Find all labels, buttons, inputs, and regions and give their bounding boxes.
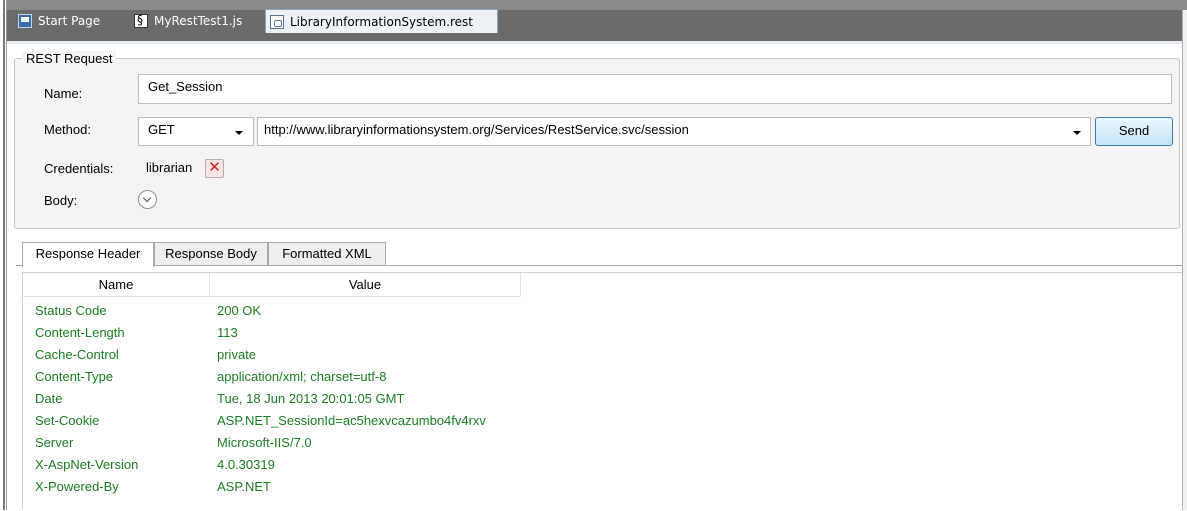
header-value: Tue, 18 Jun 2013 20:01:05 GMT bbox=[217, 391, 405, 406]
tab-libraryinformationsystem-rest[interactable]: LibraryInformationSystem.rest bbox=[265, 9, 498, 33]
tab-label: Start Page bbox=[38, 14, 101, 28]
tab-label: LibraryInformationSystem.rest bbox=[290, 14, 473, 29]
body-label: Body: bbox=[44, 193, 78, 208]
expand-body-button[interactable] bbox=[138, 190, 157, 209]
header-name: Set-Cookie bbox=[35, 413, 100, 428]
table-row[interactable]: X-AspNet-Version 4.0.30319 bbox=[22, 457, 622, 479]
header-name: Cache-Control bbox=[35, 347, 119, 362]
window-top-border bbox=[7, 0, 1187, 10]
tab-response-header[interactable]: Response Header bbox=[22, 242, 154, 267]
chevron-down-icon[interactable] bbox=[1073, 131, 1081, 135]
header-name: X-AspNet-Version bbox=[35, 457, 139, 472]
rest-request-title: REST Request bbox=[22, 51, 117, 66]
header-name: Content-Type bbox=[35, 369, 114, 384]
header-value: 4.0.30319 bbox=[217, 457, 275, 472]
tab-start-page[interactable]: Start Page bbox=[14, 10, 106, 32]
start-page-icon bbox=[18, 14, 32, 28]
tab-myresttest1-js[interactable]: MyRestTest1.js bbox=[130, 10, 248, 32]
tab-response-body[interactable]: Response Body bbox=[154, 242, 268, 265]
credentials-value: librarian bbox=[146, 160, 193, 175]
table-row[interactable]: Date Tue, 18 Jun 2013 20:01:05 GMT bbox=[22, 391, 622, 413]
send-button[interactable]: Send bbox=[1095, 117, 1173, 146]
url-combobox[interactable]: http://www.libraryinformationsystem.org/… bbox=[257, 117, 1091, 146]
tab-label: MyRestTest1.js bbox=[154, 14, 243, 28]
chevron-down-icon[interactable] bbox=[235, 131, 243, 135]
table-row[interactable]: Cache-Control private bbox=[22, 347, 622, 369]
name-field[interactable]: Get_Session bbox=[138, 74, 1172, 104]
method-label: Method: bbox=[44, 122, 91, 137]
header-value: Microsoft-IIS/7.0 bbox=[217, 435, 312, 450]
tab-formatted-xml[interactable]: Formatted XML bbox=[268, 242, 386, 265]
table-row[interactable]: Content-Length 113 bbox=[22, 325, 622, 347]
header-name: X-Powered-By bbox=[35, 479, 119, 494]
header-name: Content-Length bbox=[35, 325, 125, 340]
header-name: Status Code bbox=[35, 303, 107, 318]
header-name: Server bbox=[35, 435, 74, 450]
method-dropdown-value: GET bbox=[148, 122, 175, 137]
tab-strip-underline bbox=[7, 41, 1182, 44]
column-header-name[interactable]: Name bbox=[23, 273, 210, 297]
table-row[interactable]: X-Powered-By ASP.NET bbox=[22, 479, 622, 501]
header-value: private bbox=[217, 347, 257, 362]
url-value: http://www.libraryinformationsystem.org/… bbox=[264, 122, 689, 137]
column-header-value[interactable]: Value bbox=[210, 273, 521, 297]
rest-file-icon bbox=[270, 14, 284, 29]
remove-credentials-button[interactable]: ✕ bbox=[205, 159, 224, 178]
header-name: Date bbox=[35, 391, 63, 406]
table-row[interactable]: Set-Cookie ASP.NET_SessionId=ac5hexvcazu… bbox=[22, 413, 622, 435]
header-value: 200 OK bbox=[217, 303, 262, 318]
name-label: Name: bbox=[44, 86, 83, 101]
table-row[interactable]: Content-Type application/xml; charset=ut… bbox=[22, 369, 622, 391]
script-file-icon bbox=[134, 13, 148, 28]
header-value: ASP.NET_SessionId=ac5hexvcazumbo4fv4rxv bbox=[217, 413, 486, 428]
header-value: 113 bbox=[217, 325, 238, 340]
window-left-edge bbox=[3, 0, 5, 510]
credentials-label: Credentials: bbox=[44, 161, 114, 176]
name-field-value: Get_Session bbox=[148, 79, 223, 94]
header-value: application/xml; charset=utf-8 bbox=[217, 369, 387, 384]
window-right-border bbox=[1182, 10, 1187, 510]
table-row[interactable]: Server Microsoft-IIS/7.0 bbox=[22, 435, 622, 457]
header-value: ASP.NET bbox=[217, 479, 271, 494]
table-row[interactable]: Status Code 200 OK bbox=[22, 303, 622, 325]
close-icon: ✕ bbox=[208, 159, 221, 176]
